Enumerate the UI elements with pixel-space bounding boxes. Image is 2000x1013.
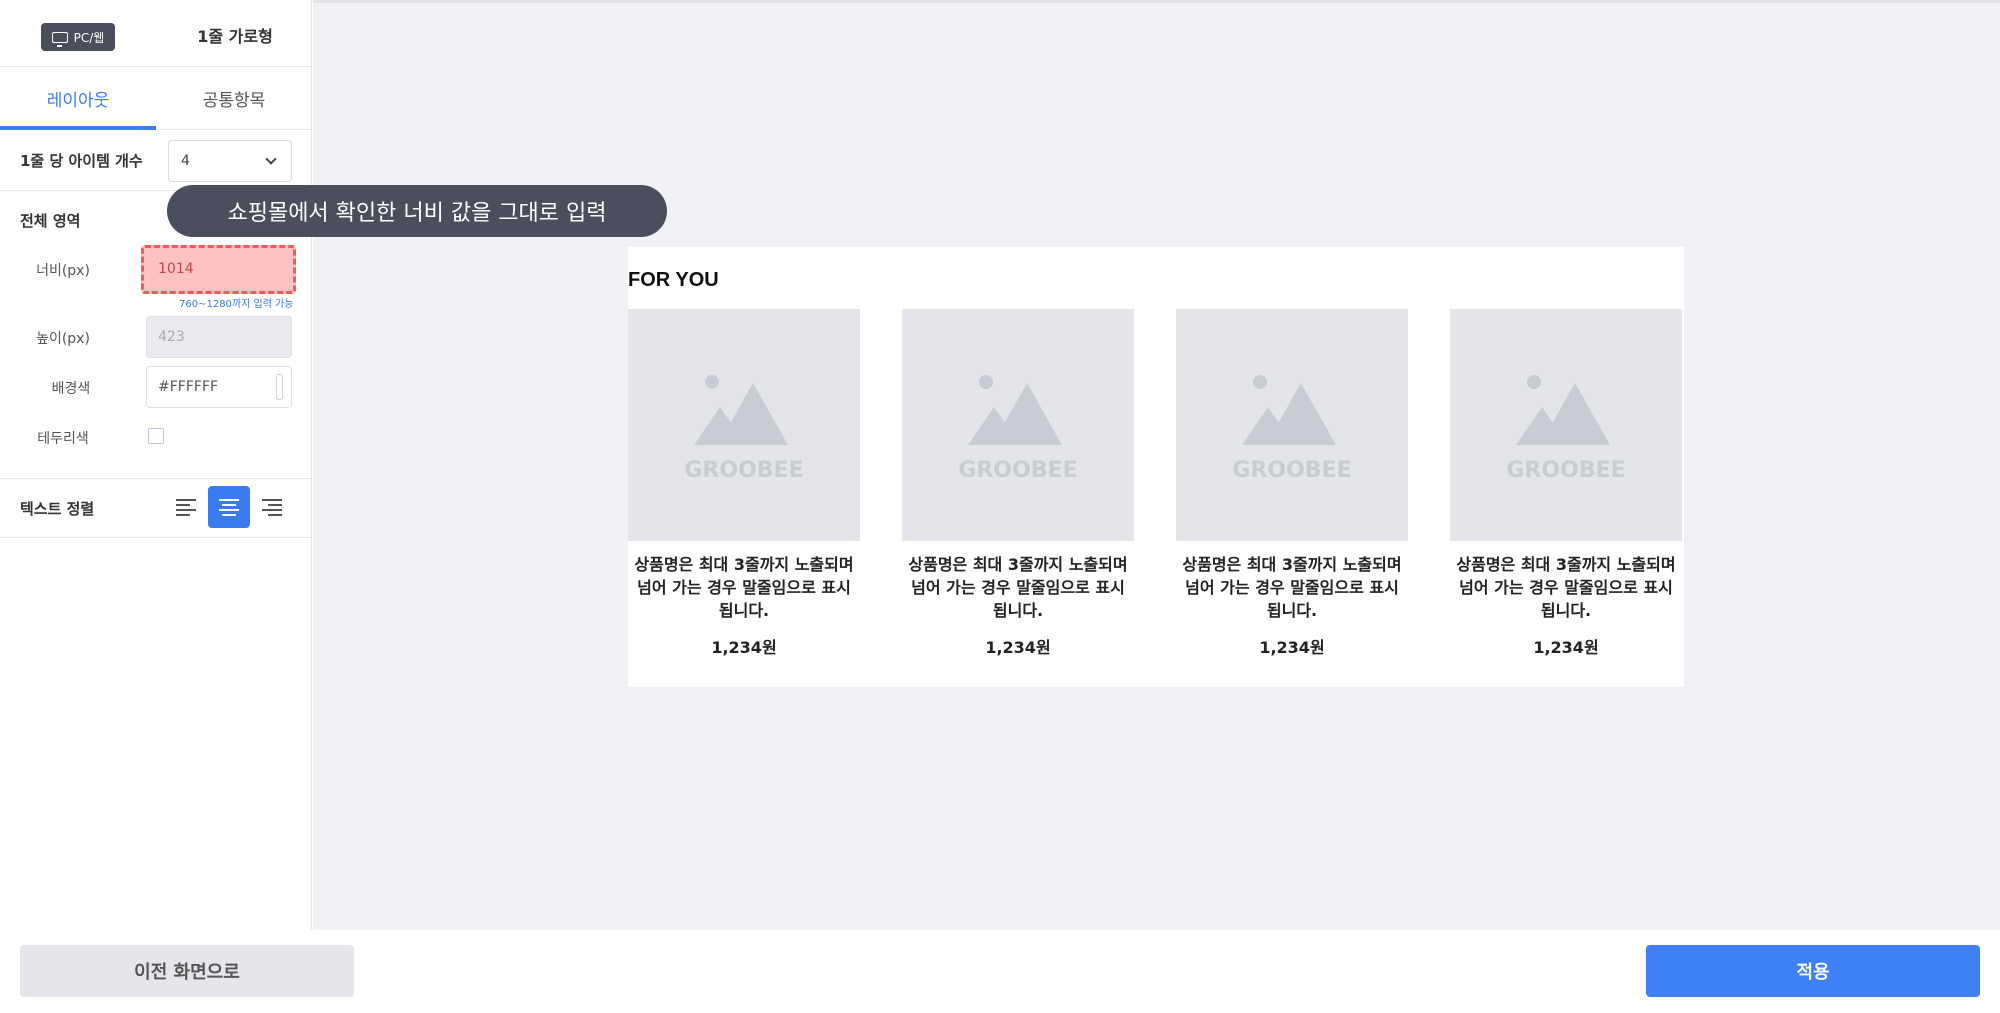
svg-text:GROOBEE: GROOBEE	[684, 458, 803, 483]
product-price: 1,234원	[1259, 638, 1325, 657]
device-label: PC/웹	[73, 30, 105, 45]
bg-color-value: #FFFFFF	[158, 379, 219, 395]
product-price: 1,234원	[985, 638, 1051, 657]
align-right-button[interactable]	[250, 486, 292, 528]
device-badge[interactable]: PC/웹	[41, 23, 115, 51]
tab-common[interactable]: 공통항목	[156, 67, 312, 129]
items-per-row-value: 4	[181, 153, 190, 169]
image-placeholder-icon: GROOBEE	[684, 375, 804, 483]
border-color-checkbox[interactable]	[148, 428, 164, 444]
svg-text:GROOBEE: GROOBEE	[1506, 458, 1625, 483]
product-name: 상품명은 최대 3줄까지 노출되며 넘어 가는 경우 말줄임으로 표시됩니다.	[634, 555, 854, 620]
preview-canvas: FOR YOU GROOBEE 상품명은 최대 3줄까지 노출되며 넘어 가는 …	[313, 0, 2000, 930]
width-input[interactable]: 1014	[141, 245, 296, 294]
area-section-title: 전체 영역	[20, 212, 81, 230]
svg-text:GROOBEE: GROOBEE	[958, 458, 1077, 483]
product-price: 1,234원	[711, 638, 777, 657]
product-thumbnail: GROOBEE	[1176, 309, 1408, 541]
image-placeholder-icon: GROOBEE	[1506, 375, 1626, 483]
divider	[0, 537, 312, 538]
items-per-row-select[interactable]: 4	[168, 140, 292, 182]
product-card: GROOBEE 상품명은 최대 3줄까지 노출되며 넘어 가는 경우 말줄임으로…	[902, 309, 1134, 658]
back-button[interactable]: 이전 화면으로	[20, 945, 354, 997]
tab-layout[interactable]: 레이아웃	[0, 67, 156, 130]
guide-tooltip: 쇼핑몰에서 확인한 너비 값을 그대로 입력	[167, 185, 667, 237]
height-input: 423	[146, 316, 292, 358]
product-name: 상품명은 최대 3줄까지 노출되며 넘어 가는 경우 말줄임으로 표시됩니다.	[1182, 555, 1402, 620]
layout-type-title: 1줄 가로형	[197, 27, 273, 46]
monitor-icon	[51, 31, 68, 47]
align-left-button[interactable]	[166, 486, 208, 528]
sidebar-topbar: PC/웹 1줄 가로형	[0, 0, 311, 67]
height-label: 높이(px)	[36, 331, 90, 347]
border-color-label: 테두리색	[37, 431, 89, 447]
product-name: 상품명은 최대 3줄까지 노출되며 넘어 가는 경우 말줄임으로 표시됩니다.	[908, 555, 1128, 620]
product-card: GROOBEE 상품명은 최대 3줄까지 노출되며 넘어 가는 경우 말줄임으로…	[1176, 309, 1408, 658]
svg-text:GROOBEE: GROOBEE	[1232, 458, 1351, 483]
width-hint: 760~1280까지 입력 가능	[179, 299, 294, 310]
product-thumbnail: GROOBEE	[1450, 309, 1682, 541]
product-thumbnail: GROOBEE	[902, 309, 1134, 541]
bottom-bar: 이전 화면으로 적용	[0, 930, 2000, 1013]
width-label: 너비(px)	[36, 263, 90, 279]
align-center-button[interactable]	[208, 486, 250, 528]
product-card: GROOBEE 상품명은 최대 3줄까지 노출되며 넘어 가는 경우 말줄임으로…	[1450, 309, 1682, 658]
bg-color-label: 배경색	[51, 381, 91, 397]
bg-color-input[interactable]: #FFFFFF	[146, 366, 292, 408]
image-placeholder-icon: GROOBEE	[958, 375, 1078, 483]
items-per-row-label: 1줄 당 아이템 개수	[20, 152, 143, 170]
product-name: 상품명은 최대 3줄까지 노출되며 넘어 가는 경우 말줄임으로 표시됩니다.	[1456, 555, 1676, 620]
settings-tabs: 레이아웃 공통항목	[0, 67, 312, 130]
image-placeholder-icon: GROOBEE	[1232, 375, 1352, 483]
apply-button[interactable]: 적용	[1646, 945, 1980, 997]
color-swatch[interactable]	[276, 374, 283, 400]
chevron-down-icon	[265, 153, 277, 165]
items-per-row-row: 1줄 당 아이템 개수 4	[0, 130, 312, 191]
preview-box: FOR YOU GROOBEE 상품명은 최대 3줄까지 노출되며 넘어 가는 …	[628, 247, 1684, 687]
product-card: GROOBEE 상품명은 최대 3줄까지 노출되며 넘어 가는 경우 말줄임으로…	[628, 309, 860, 658]
product-price: 1,234원	[1533, 638, 1599, 657]
text-align-label: 텍스트 정렬	[20, 500, 95, 518]
product-thumbnail: GROOBEE	[628, 309, 860, 541]
divider	[0, 478, 312, 479]
preview-title: FOR YOU	[628, 269, 719, 291]
settings-sidebar: PC/웹 1줄 가로형 레이아웃 공통항목 1줄 당 아이템 개수 4 전체 영…	[0, 0, 312, 930]
